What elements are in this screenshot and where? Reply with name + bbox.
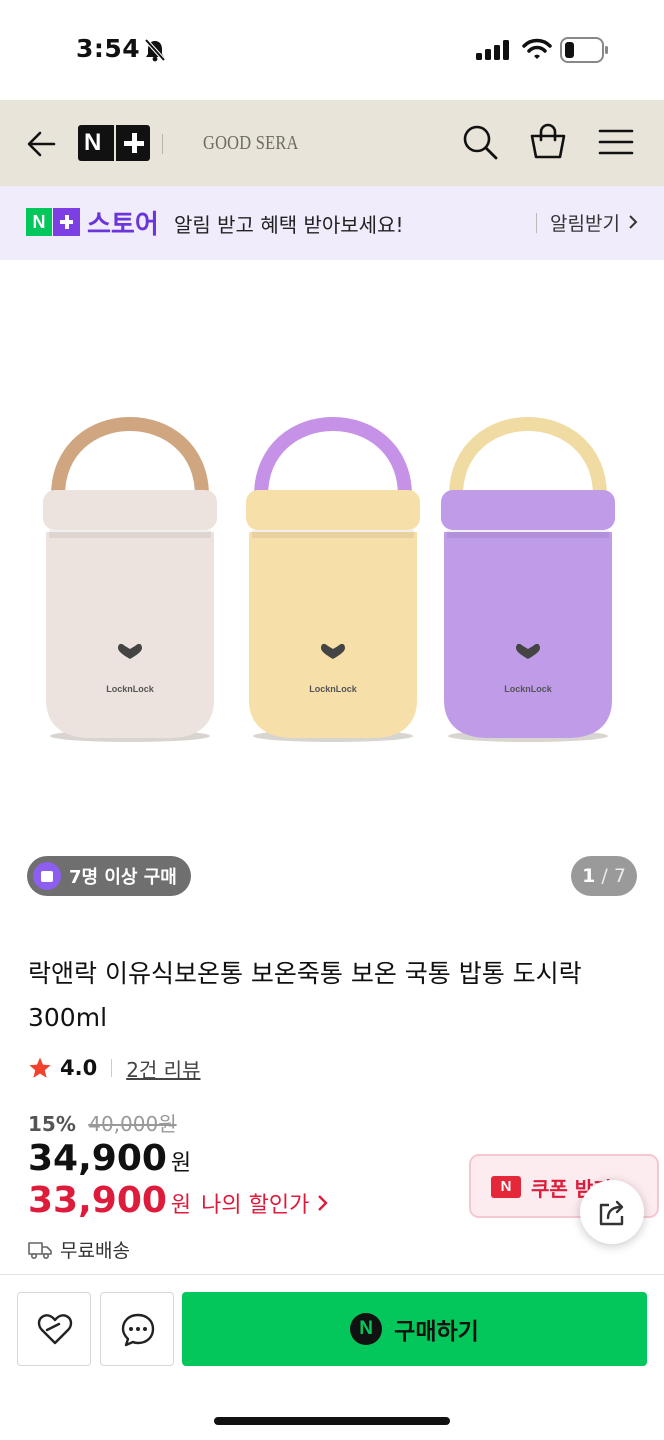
cart-icon[interactable]: [528, 122, 568, 162]
logo-letter: N: [84, 129, 102, 156]
promo-divider: [536, 213, 537, 233]
sale-price: 34,900: [28, 1138, 167, 1179]
naver-pay-icon: N: [350, 1313, 383, 1345]
share-icon: [599, 1200, 624, 1226]
shipping-info: 무료배송: [28, 1236, 130, 1263]
my-discount-price: 33,900: [28, 1180, 167, 1221]
truck-icon: [28, 1241, 52, 1259]
naver-plus-logo[interactable]: N: [78, 125, 150, 161]
jar-white: LocknLock: [43, 417, 217, 742]
signal-icon: [476, 40, 509, 60]
promo-logo-letter: N: [26, 208, 52, 236]
rating-row: 4.0 2건 리뷰: [28, 1053, 201, 1083]
back-arrow-icon[interactable]: [22, 124, 62, 164]
buy-label: 구매하기: [394, 1319, 479, 1345]
bottom-action-bar: N 구매하기: [0, 1274, 664, 1440]
price-row: 34,900 원: [28, 1138, 191, 1179]
naver-coupon-icon: N: [491, 1176, 521, 1198]
group-badge-label: 7명 이상 구매: [69, 867, 177, 888]
review-count-link[interactable]: 2건 리뷰: [126, 1054, 200, 1083]
plus-icon: [53, 208, 80, 236]
promo-message: 알림 받고 혜택 받아보세요!: [174, 213, 404, 237]
star-icon: [29, 1057, 51, 1078]
store-header: N GOOD SERA: [0, 100, 664, 186]
total-pages: / 7: [601, 865, 626, 887]
shipping-label: 무료배송: [60, 1240, 130, 1262]
chevron-right-icon: [629, 215, 638, 229]
group-purchase-badge: 7명 이상 구매: [27, 856, 191, 896]
my-price-label: 나의 할인가: [201, 1193, 310, 1218]
svg-text:LocknLock: LocknLock: [106, 684, 155, 694]
wifi-icon: [522, 38, 552, 59]
header-divider: [162, 134, 163, 154]
battery-icon: [560, 37, 608, 63]
jar-purple: LocknLock: [441, 417, 615, 742]
image-page-indicator: 1 / 7: [571, 856, 637, 896]
talk-talk-button[interactable]: [100, 1292, 174, 1366]
current-page: 1: [582, 865, 596, 887]
home-indicator: [214, 1417, 450, 1425]
svg-text:LocknLock: LocknLock: [309, 684, 358, 694]
buy-now-button[interactable]: N 구매하기: [182, 1292, 647, 1366]
chat-icon: [121, 1313, 155, 1347]
plus-icon: [114, 125, 150, 161]
search-icon[interactable]: [460, 122, 500, 162]
status-bar: 3:54: [0, 0, 664, 100]
discount-row: 15% 40,000원: [28, 1108, 177, 1137]
product-photo: LocknLock LocknLock LocknLock: [43, 417, 615, 742]
bell-off-icon: [144, 38, 166, 62]
heart-icon: [37, 1314, 73, 1345]
store-notification-banner[interactable]: N 스토어 알림 받고 혜택 받아보세요! 알림받기: [0, 186, 664, 260]
original-price: 40,000원: [88, 1112, 177, 1136]
notify-button[interactable]: 알림받기: [550, 209, 620, 236]
menu-icon[interactable]: [596, 122, 636, 162]
rating-value: 4.0: [60, 1056, 98, 1080]
naver-plus-store-logo: N: [26, 208, 80, 236]
jar-yellow: LocknLock: [246, 417, 420, 742]
rating-divider: [111, 1059, 113, 1077]
price-currency: 원: [170, 1151, 192, 1176]
shopping-bag-icon: [33, 862, 61, 890]
my-discount-price-row[interactable]: 33,900 원 나의 할인가: [28, 1180, 329, 1221]
svg-text:LocknLock: LocknLock: [504, 684, 553, 694]
my-price-currency: 원: [170, 1193, 192, 1218]
product-image-gallery[interactable]: LocknLock LocknLock LocknLock: [0, 260, 664, 920]
share-button[interactable]: [580, 1180, 644, 1244]
wishlist-button[interactable]: [17, 1292, 91, 1366]
product-title: 락앤락 이유식보온통 보온죽통 보온 국통 밥통 도시락 300ml: [28, 959, 582, 1032]
store-label: 스토어: [87, 210, 159, 240]
chevron-right-icon: [318, 1195, 329, 1211]
status-time: 3:54: [76, 34, 141, 63]
discount-rate: 15%: [28, 1112, 76, 1136]
brand-name[interactable]: GOOD SERA: [203, 132, 299, 155]
